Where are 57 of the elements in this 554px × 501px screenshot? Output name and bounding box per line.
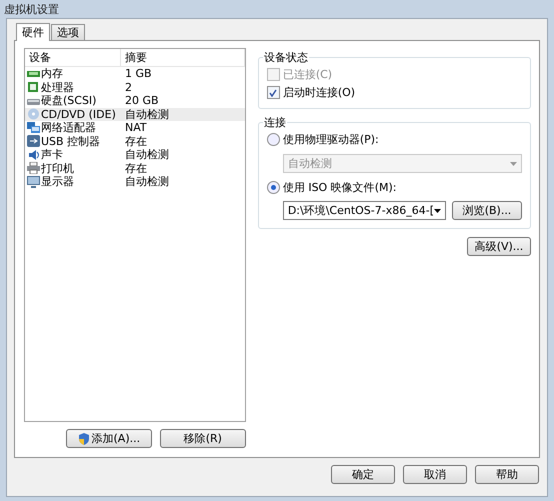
- device-summary: NAT: [124, 121, 148, 134]
- device-name: 显示器: [41, 175, 74, 188]
- remove-button[interactable]: 移除(R): [160, 429, 246, 448]
- tab[interactable]: 硬件: [16, 23, 50, 41]
- device-summary: 1 GB: [124, 67, 153, 80]
- chip-icon: [27, 81, 40, 94]
- column-header[interactable]: 设备: [25, 49, 121, 66]
- device-name: USB 控制器: [41, 134, 100, 148]
- device-row[interactable]: 内存 1 GB: [25, 67, 245, 80]
- device-name: 硬盘(SCSI): [41, 94, 96, 108]
- window-title: 虚拟机设置: [4, 2, 59, 16]
- device-row[interactable]: 网络适配器 NAT: [25, 121, 245, 134]
- device-row[interactable]: USB 控制器 存在: [25, 134, 245, 148]
- monitor-icon: [27, 176, 40, 188]
- device-row[interactable]: 硬盘(SCSI) 20 GB: [25, 94, 245, 108]
- device-name: 声卡: [41, 148, 63, 162]
- dialog-button[interactable]: 确定: [331, 465, 395, 484]
- usb-icon: [27, 135, 40, 148]
- device-row[interactable]: CD/DVD (IDE) 自动检测: [25, 108, 245, 121]
- radio-button[interactable]: 使用物理驱动器(P):: [266, 132, 522, 147]
- tab[interactable]: 选项: [51, 24, 85, 41]
- device-summary: 2: [124, 80, 133, 94]
- add-button[interactable]: 添加(A)...: [66, 429, 152, 448]
- device-summary: 自动检测: [124, 175, 170, 188]
- device-summary: 20 GB: [124, 94, 160, 108]
- dialog-button[interactable]: 取消: [403, 465, 467, 484]
- checkbox[interactable]: 启动时连接(O): [266, 85, 522, 100]
- device-summary: 自动检测: [124, 108, 170, 121]
- group-title: 连接: [262, 115, 287, 130]
- dialog-button[interactable]: 帮助: [475, 465, 539, 484]
- dropdown-arrow-icon: [434, 208, 441, 212]
- device-name: 打印机: [41, 162, 74, 175]
- checkbox: 已连接(C): [266, 67, 522, 82]
- printer-icon: [27, 162, 40, 174]
- device-summary: 存在: [124, 134, 148, 148]
- device-name: CD/DVD (IDE): [41, 108, 116, 121]
- network-icon: [27, 122, 40, 134]
- iso-path-dropdown[interactable]: D:\环境\CentOS-7-x86_64-[: [282, 201, 446, 220]
- device-summary: 自动检测: [124, 148, 170, 162]
- device-name: 网络适配器: [41, 121, 96, 134]
- device-summary: 存在: [124, 162, 148, 175]
- disc-icon: [27, 108, 40, 120]
- device-name: 处理器: [41, 80, 74, 94]
- shield-icon: [78, 432, 90, 444]
- device-row[interactable]: 显示器 自动检测: [25, 175, 245, 188]
- device-row[interactable]: 处理器 2: [25, 80, 245, 94]
- browse-button[interactable]: 浏览(B)...: [452, 201, 522, 220]
- group-title: 设备状态: [262, 50, 309, 65]
- column-header[interactable]: 摘要: [121, 49, 245, 66]
- device-row[interactable]: 打印机 存在: [25, 162, 245, 175]
- device-row[interactable]: 声卡 自动检测: [25, 148, 245, 162]
- check-icon: [269, 88, 278, 96]
- dropdown-arrow-icon: [510, 162, 517, 166]
- radio-button[interactable]: 使用 ISO 映像文件(M):: [266, 180, 522, 195]
- device-name: 内存: [41, 67, 63, 80]
- advanced-button[interactable]: 高级(V)...: [467, 237, 531, 256]
- speaker-icon: [27, 148, 40, 161]
